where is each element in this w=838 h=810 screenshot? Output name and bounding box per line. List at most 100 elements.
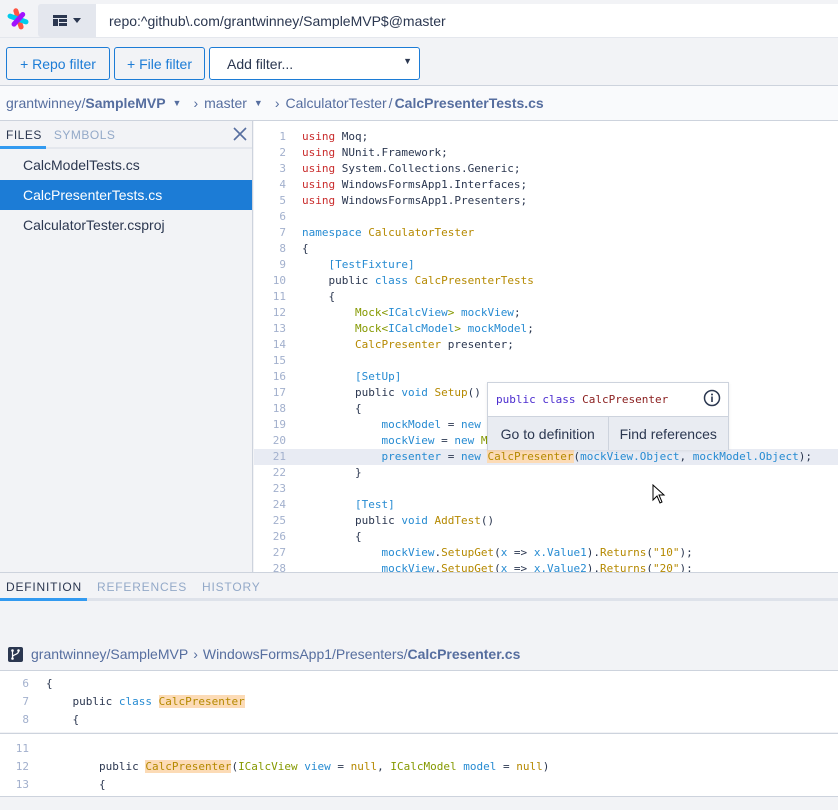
- add-filter-select[interactable]: Add filter... ▼: [209, 47, 420, 80]
- code-token: namespace: [302, 226, 362, 239]
- code-line: 11: [0, 740, 838, 758]
- line-number[interactable]: 19: [254, 417, 286, 433]
- tab-symbols[interactable]: SYMBOLS: [48, 121, 122, 147]
- definition-path[interactable]: WindowsFormsApp1/Presenters/: [203, 646, 408, 662]
- repo-filter-button[interactable]: + Repo filter: [6, 47, 110, 80]
- code-token: using: [302, 162, 336, 175]
- code-token: public: [46, 760, 146, 773]
- code-token: public: [302, 274, 375, 287]
- breadcrumb-repo[interactable]: grantwinney/SampleMVP: [6, 95, 166, 111]
- file-item-calcpresentertests[interactable]: CalcPresenterTests.cs: [0, 180, 252, 210]
- definition-snippet[interactable]: 11 12 public CalcPresenter(ICalcView view…: [0, 733, 838, 797]
- symbol-match[interactable]: CalcPresenter: [158, 695, 245, 708]
- breadcrumb-revision[interactable]: master: [204, 95, 247, 111]
- code-line: 13 {: [0, 776, 838, 794]
- line-number[interactable]: 6: [0, 675, 29, 693]
- repo-owner: grantwinney/: [6, 95, 86, 111]
- line-number[interactable]: 28: [254, 561, 286, 572]
- repo-dropdown-icon[interactable]: ▼: [173, 98, 182, 108]
- line-number[interactable]: 11: [254, 289, 286, 305]
- line-content: {: [302, 241, 309, 257]
- line-number[interactable]: 7: [254, 225, 286, 241]
- definition-snippet[interactable]: 6{7 public class CalcPresenter 8 {: [0, 670, 838, 732]
- file-list: CalcModelTests.cs CalcPresenterTests.cs …: [0, 149, 252, 240]
- code-token: SetupGet: [441, 562, 495, 572]
- code-token: >: [447, 306, 461, 319]
- code-token: mockModel: [302, 418, 442, 431]
- line-number[interactable]: 4: [254, 177, 286, 193]
- line-number[interactable]: 8: [254, 241, 286, 257]
- code-token: );: [798, 450, 812, 463]
- revision-dropdown-icon[interactable]: ▼: [254, 98, 263, 108]
- breadcrumb-file[interactable]: CalcPresenterTests.cs: [395, 95, 544, 111]
- go-to-definition-button[interactable]: Go to definition: [488, 417, 608, 450]
- line-number[interactable]: 1: [254, 129, 286, 145]
- line-number[interactable]: 27: [254, 545, 286, 561]
- tab-references[interactable]: REFERENCES: [91, 573, 196, 598]
- line-content: {: [302, 529, 362, 545]
- code-line: 5 using WindowsFormsApp1.Presenters;: [254, 193, 838, 209]
- code-token: {: [302, 530, 362, 543]
- line-number[interactable]: 25: [254, 513, 286, 529]
- line-number[interactable]: 5: [254, 193, 286, 209]
- symbol-match[interactable]: CalcPresenter: [145, 760, 232, 773]
- line-number[interactable]: 13: [254, 321, 286, 337]
- line-number[interactable]: 23: [254, 481, 286, 497]
- line-number[interactable]: 7: [0, 693, 29, 711]
- tab-history[interactable]: HISTORY: [196, 573, 270, 598]
- definition-file-header: grantwinney/SampleMVP › WindowsFormsApp1…: [8, 644, 520, 664]
- line-content: Mock<ICalcView> mockView;: [302, 305, 521, 321]
- line-number[interactable]: 24: [254, 497, 286, 513]
- find-references-button[interactable]: Find references: [607, 417, 728, 450]
- line-number[interactable]: 21: [254, 449, 286, 465]
- line-number[interactable]: 3: [254, 161, 286, 177]
- tab-files[interactable]: FILES: [0, 121, 48, 147]
- file-filter-button[interactable]: + File filter: [114, 47, 205, 80]
- code-token: mockModel: [467, 322, 528, 335]
- file-item-calculatortester-csproj[interactable]: CalculatorTester.csproj: [0, 210, 252, 240]
- code-token: ]: [407, 258, 415, 271]
- definition-repo[interactable]: grantwinney/SampleMVP: [31, 646, 188, 662]
- line-number[interactable]: 15: [254, 353, 286, 369]
- line-number[interactable]: 10: [254, 273, 286, 289]
- line-number[interactable]: 14: [254, 337, 286, 353]
- code-view[interactable]: 1 using Moq; 2 using NUnit.Framework; 3 using…: [254, 121, 838, 572]
- sourcegraph-logo-icon[interactable]: [6, 7, 30, 31]
- code-token: {: [46, 713, 80, 726]
- line-content: namespace CalculatorTester: [302, 225, 474, 241]
- code-token: ICalcView: [238, 760, 298, 773]
- code-token: NUnit.Framework;: [335, 146, 448, 159]
- line-number[interactable]: 20: [254, 433, 286, 449]
- close-icon[interactable]: [232, 124, 248, 144]
- code-token: (): [480, 514, 495, 527]
- line-number[interactable]: 8: [0, 711, 29, 729]
- code-token: ,: [377, 760, 391, 773]
- info-icon[interactable]: [703, 389, 721, 407]
- search-input[interactable]: [96, 4, 838, 37]
- line-number[interactable]: 6: [254, 209, 286, 225]
- code-token: =: [441, 418, 461, 431]
- line-number[interactable]: 17: [254, 385, 286, 401]
- definition-file[interactable]: CalcPresenter.cs: [408, 646, 521, 662]
- line-number[interactable]: 11: [0, 740, 29, 758]
- code-token: Returns: [600, 546, 647, 559]
- line-number[interactable]: 13: [0, 776, 29, 794]
- line-number[interactable]: 12: [0, 758, 29, 776]
- tab-definition[interactable]: DEFINITION: [0, 573, 91, 598]
- line-number[interactable]: 12: [254, 305, 286, 321]
- breadcrumb-dir[interactable]: CalculatorTester: [286, 95, 387, 111]
- code-line: 6{: [0, 675, 838, 693]
- line-content: {: [302, 289, 335, 305]
- sig-keyword-class: class: [542, 393, 576, 406]
- line-number[interactable]: 22: [254, 465, 286, 481]
- line-number[interactable]: 9: [254, 257, 286, 273]
- line-number[interactable]: 16: [254, 369, 286, 385]
- code-token: x.Value2: [533, 562, 587, 572]
- line-number[interactable]: 18: [254, 401, 286, 417]
- line-number[interactable]: 26: [254, 529, 286, 545]
- symbol-match[interactable]: CalcPresenter: [487, 450, 574, 463]
- view-toggle-button[interactable]: [38, 4, 96, 37]
- line-number[interactable]: 2: [254, 145, 286, 161]
- file-item-calcmodeltests[interactable]: CalcModelTests.cs: [0, 150, 252, 180]
